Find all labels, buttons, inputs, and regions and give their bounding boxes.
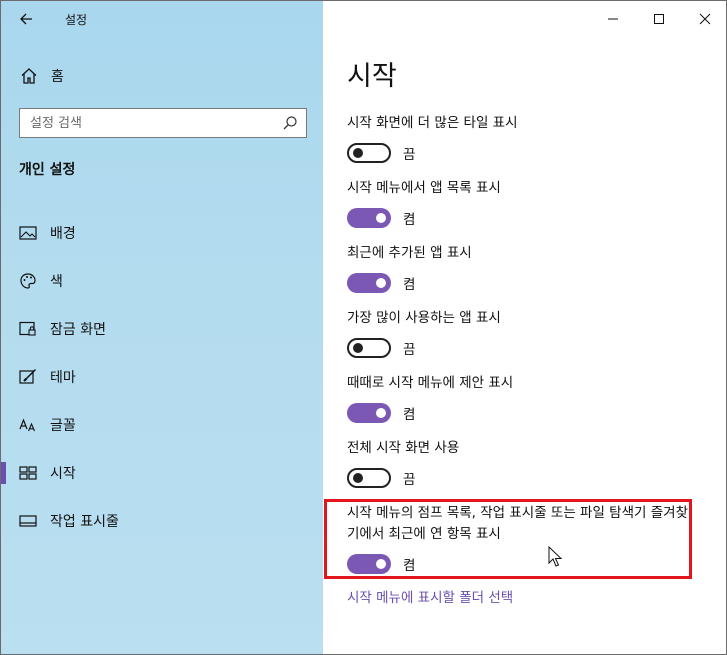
- back-button[interactable]: [15, 9, 37, 29]
- setting-label: 전체 시작 화면 사용: [347, 440, 460, 456]
- sidebar-item-label: 시작: [50, 466, 76, 482]
- maximize-icon: [654, 14, 664, 24]
- toggle-state-label: 끔: [403, 342, 416, 358]
- toggle-switch[interactable]: [347, 338, 391, 358]
- font-icon: [19, 416, 37, 434]
- app-title: 설정: [65, 13, 88, 27]
- setting-most-used: 가장 많이 사용하는 앱 표시 끔: [347, 308, 707, 359]
- sidebar-item-lock-screen[interactable]: 잠금 화면: [1, 305, 323, 353]
- toggle-state-label: 켬: [403, 212, 416, 228]
- setting-label: 최근에 추가된 앱 표시: [347, 245, 472, 261]
- toggle-state-label: 켬: [403, 277, 416, 293]
- sidebar: 설정 홈 개인 설정 배경: [1, 1, 323, 654]
- home-icon: [21, 68, 37, 84]
- setting-recent-items: 시작 메뉴의 점프 목록, 작업 표시줄 또는 파일 탐색기 즐겨찾기에서 최근…: [347, 503, 692, 575]
- sidebar-item-theme[interactable]: 테마: [1, 353, 323, 401]
- setting-full-screen: 전체 시작 화면 사용 끔: [347, 438, 707, 489]
- sidebar-item-taskbar[interactable]: 작업 표시줄: [1, 497, 323, 545]
- start-grid-icon: [19, 464, 37, 482]
- lock-screen-icon: [19, 320, 37, 338]
- toggle-state-label: 끔: [403, 472, 416, 488]
- toggle-knob: [376, 213, 386, 223]
- sidebar-item-fonts[interactable]: 글꼴: [1, 401, 323, 449]
- close-button[interactable]: [682, 1, 726, 37]
- toggle-row: 켬: [347, 207, 707, 229]
- titlebar-left: 설정: [1, 1, 323, 37]
- sidebar-item-background[interactable]: 배경: [1, 209, 323, 257]
- sidebar-item-color[interactable]: 색: [1, 257, 323, 305]
- taskbar-icon: [19, 512, 37, 530]
- setting-suggestions: 때때로 시작 메뉴에 제안 표시 켬: [347, 373, 707, 424]
- mouse-pointer-icon: [548, 546, 562, 567]
- toggle-knob: [353, 148, 363, 158]
- toggle-switch[interactable]: [347, 143, 391, 163]
- toggle-switch[interactable]: [347, 468, 391, 488]
- setting-label: 시작 메뉴의 점프 목록, 작업 표시줄 또는 파일 탐색기 즐겨찾기에서 최근…: [347, 505, 688, 542]
- home-nav-item[interactable]: 홈: [19, 65, 64, 87]
- setting-label: 때때로 시작 메뉴에 제안 표시: [347, 375, 514, 391]
- setting-app-list: 시작 메뉴에서 앱 목록 표시 켬: [347, 178, 707, 229]
- theme-brush-icon: [19, 368, 37, 386]
- setting-label: 시작 메뉴에서 앱 목록 표시: [347, 180, 501, 196]
- sidebar-item-start[interactable]: 시작: [1, 449, 323, 497]
- toggle-switch[interactable]: [347, 403, 391, 423]
- settings-window: 설정 홈 개인 설정 배경: [0, 0, 727, 655]
- image-icon: [19, 224, 37, 242]
- toggle-state-label: 켬: [403, 407, 416, 423]
- close-icon: [699, 13, 711, 25]
- toggle-row: 켬: [347, 553, 692, 575]
- setting-label: 시작 화면에 더 많은 타일 표시: [347, 115, 518, 131]
- toggle-knob: [376, 408, 386, 418]
- toggle-switch[interactable]: [347, 208, 391, 228]
- main-content: 시작 시작 화면에 더 많은 타일 표시 끔 시작 메뉴에서 앱 목록 표시 켬…: [323, 1, 726, 654]
- search-input[interactable]: [30, 115, 282, 131]
- setting-label: 가장 많이 사용하는 앱 표시: [347, 310, 501, 326]
- back-arrow-icon: [20, 13, 32, 25]
- setting-recently-added: 최근에 추가된 앱 표시 켬: [347, 243, 707, 294]
- sidebar-nav: 배경 색 잠금 화면 테마 글꼴 시작 작업 표시줄: [1, 209, 323, 545]
- setting-more-tiles: 시작 화면에 더 많은 타일 표시 끔: [347, 113, 707, 164]
- sidebar-item-label: 테마: [50, 370, 76, 386]
- toggle-row: 끔: [347, 337, 707, 359]
- maximize-button[interactable]: [636, 1, 682, 37]
- sidebar-item-label: 작업 표시줄: [50, 514, 119, 530]
- search-box[interactable]: [19, 108, 307, 138]
- minimize-button[interactable]: [590, 1, 636, 37]
- toggle-switch[interactable]: [347, 554, 391, 574]
- toggle-knob: [353, 343, 363, 353]
- toggle-switch[interactable]: [347, 273, 391, 293]
- minimize-icon: [608, 18, 618, 20]
- sidebar-item-label: 잠금 화면: [50, 322, 106, 338]
- toggle-row: 켬: [347, 272, 707, 294]
- choose-folders-link[interactable]: 시작 메뉴에 표시할 폴더 선택: [347, 586, 513, 606]
- search-icon[interactable]: [282, 115, 298, 131]
- palette-icon: [19, 272, 37, 290]
- home-label: 홈: [51, 69, 64, 85]
- toggle-row: 끔: [347, 142, 707, 164]
- toggle-state-label: 켬: [403, 558, 416, 574]
- section-title: 개인 설정: [19, 162, 76, 178]
- toggle-row: 끔: [347, 467, 707, 489]
- toggle-knob: [353, 473, 363, 483]
- toggle-knob: [376, 559, 386, 569]
- toggle-state-label: 끔: [403, 147, 416, 163]
- toggle-row: 켬: [347, 402, 707, 424]
- sidebar-item-label: 배경: [50, 226, 76, 242]
- toggle-knob: [376, 278, 386, 288]
- page-title: 시작: [347, 61, 397, 92]
- window-controls: [590, 1, 726, 37]
- sidebar-item-label: 색: [50, 274, 63, 290]
- sidebar-item-label: 글꼴: [50, 418, 76, 434]
